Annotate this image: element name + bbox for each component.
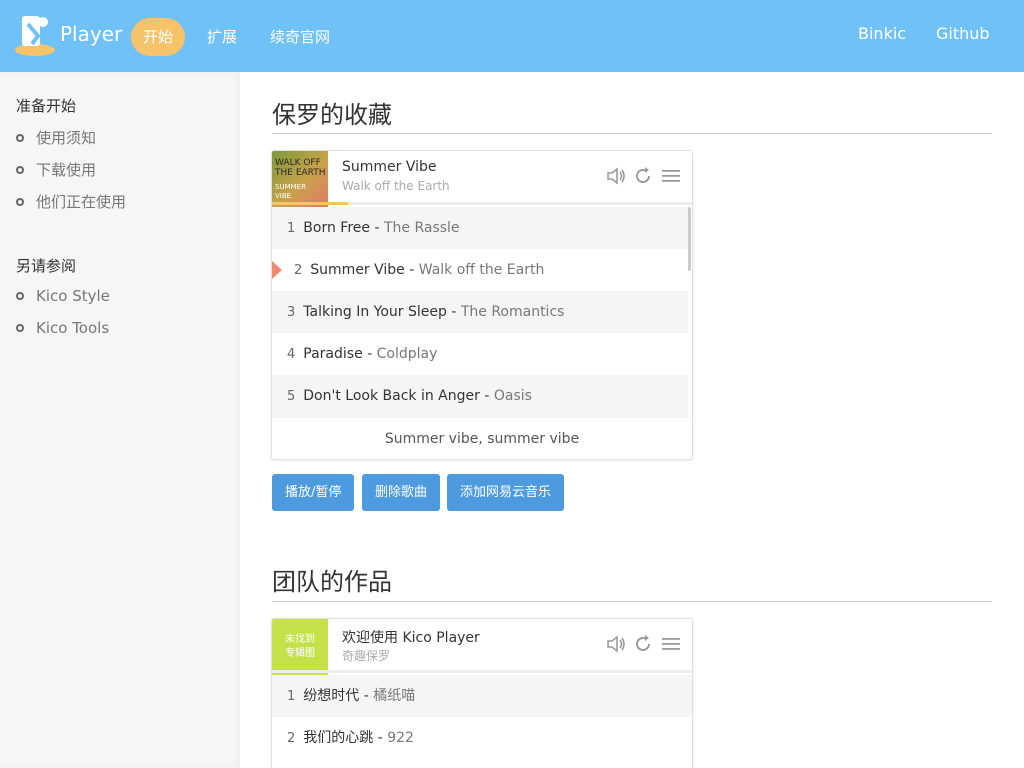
play-pause-button[interactable]: 播放/暂停 — [272, 474, 355, 511]
nav-start[interactable]: 开始 — [131, 18, 186, 56]
playlist-item-current[interactable]: 2 Summer Vibe - Walk off the Earth — [272, 249, 688, 291]
track-artist: Oasis — [493, 388, 532, 404]
playlist-menu-icon[interactable] — [660, 633, 682, 655]
add-netease-music-button[interactable]: 添加网易云音乐 — [447, 474, 565, 511]
playlist-item[interactable]: 1 Born Free - The Rassle — [272, 207, 688, 249]
track-artist: 922 — [387, 730, 414, 746]
track-title: Summer Vibe — [310, 262, 405, 278]
track-artist: The Romantics — [460, 304, 565, 320]
progress-bar[interactable] — [272, 202, 692, 205]
svg-text:VIBE: VIBE — [275, 192, 291, 200]
sidebar-item-label: 使用须知 — [36, 129, 97, 147]
section-title: 保罗的收藏 — [272, 101, 392, 129]
current-track-title: 欢迎使用 Kico Player — [342, 630, 480, 646]
nav-extend[interactable]: 扩展 — [195, 18, 249, 56]
nav-official-site[interactable]: 续奇官网 — [258, 18, 342, 56]
loop-icon[interactable] — [632, 165, 654, 187]
svg-text:WALK OFF: WALK OFF — [275, 158, 321, 168]
track-number: 3 — [287, 305, 296, 320]
track-title: Talking In Your Sleep — [303, 304, 447, 320]
track-number: 5 — [287, 389, 296, 404]
svg-text:SUMMER: SUMMER — [275, 183, 306, 191]
now-playing-marker-icon — [272, 261, 282, 279]
track-number: 1 — [287, 689, 296, 704]
nav-binkic[interactable]: Binkic — [858, 24, 906, 43]
playlist-item[interactable]: 2 我们的心跳 - 922 — [272, 717, 688, 759]
sidebar-item-notice[interactable]: 使用须知 — [16, 127, 96, 148]
bullet-icon — [16, 165, 24, 174]
bullet-icon — [16, 197, 24, 206]
current-track-title: Summer Vibe — [342, 159, 437, 175]
track-number: 2 — [287, 731, 296, 746]
cover-placeholder-text: 专辑图 — [285, 648, 315, 659]
sidebar-item-users[interactable]: 他们正在使用 — [16, 191, 126, 212]
bullet-icon — [16, 133, 24, 142]
top-nav-bar: Player 开始 扩展 续奇官网 Binkic Github — [0, 0, 1024, 72]
playlist-item[interactable]: 1 纷想时代 - 橘纸喵 — [272, 675, 692, 717]
track-title: 纷想时代 — [303, 688, 360, 704]
music-player: WALK OFF THE EARTH SUMMER VIBE Summer Vi… — [271, 150, 693, 460]
music-player: 未找到 专辑图 欢迎使用 Kico Player 奇趣保罗 1 纷想时代 - 橘纸… — [271, 618, 693, 768]
track-title: Don't Look Back in Anger — [303, 388, 480, 404]
bullet-icon — [16, 292, 24, 300]
track-title: Paradise — [303, 346, 363, 362]
sidebar-group-title: 准备开始 — [16, 97, 77, 115]
track-title: 我们的心跳 — [303, 730, 374, 746]
track-number: 1 — [287, 221, 296, 236]
section-divider — [272, 601, 992, 602]
volume-icon[interactable] — [605, 633, 627, 655]
playlist-item[interactable]: 4 Paradise - Coldplay — [272, 333, 688, 375]
playlist-menu-icon[interactable] — [660, 165, 682, 187]
volume-icon[interactable] — [605, 165, 627, 187]
nav-github[interactable]: Github — [936, 24, 990, 43]
kico-logo-icon[interactable] — [14, 14, 56, 56]
player-header: 未找到 专辑图 欢迎使用 Kico Player 奇趣保罗 — [272, 619, 692, 675]
svg-text:THE EARTH: THE EARTH — [274, 168, 326, 178]
current-track-artist: Walk off the Earth — [342, 179, 450, 193]
cover-placeholder-text: 未找到 — [285, 634, 315, 645]
bullet-icon — [16, 324, 24, 332]
track-artist: The Rassle — [383, 220, 460, 236]
lyric-line: Summer vibe, summer vibe — [272, 417, 692, 459]
playlist-item[interactable]: 5 Don't Look Back in Anger - Oasis — [272, 375, 688, 417]
playlist: 1 纷想时代 - 橘纸喵 2 我们的心跳 - 922 — [272, 675, 692, 759]
sidebar-item-kico-tools[interactable]: Kico Tools — [16, 319, 109, 337]
section-divider — [272, 133, 992, 134]
progress-fill — [272, 202, 348, 205]
track-artist: 橘纸喵 — [373, 688, 416, 704]
album-cover-placeholder: 未找到 专辑图 — [272, 619, 328, 675]
album-cover-art: WALK OFF THE EARTH SUMMER VIBE — [274, 158, 326, 200]
track-artist: Coldplay — [376, 346, 438, 362]
sidebar-item-label: Kico Style — [36, 287, 110, 305]
sidebar-item-download[interactable]: 下载使用 — [16, 159, 96, 180]
delete-song-button[interactable]: 删除歌曲 — [362, 474, 441, 511]
brand-name[interactable]: Player — [60, 22, 122, 46]
playlist: 1 Born Free - The Rassle 2 Summer Vibe - W… — [272, 207, 692, 417]
section-title: 团队的作品 — [272, 568, 392, 596]
track-artist: Walk off the Earth — [418, 262, 545, 278]
track-number: 4 — [287, 347, 296, 362]
sidebar-item-label: 下载使用 — [36, 161, 97, 179]
album-cover: WALK OFF THE EARTH SUMMER VIBE — [272, 151, 328, 207]
track-number: 2 — [294, 263, 303, 278]
sidebar-item-label: 他们正在使用 — [36, 193, 127, 211]
sidebar-item-label: Kico Tools — [36, 319, 110, 337]
playlist-item[interactable]: 3 Talking In Your Sleep - The Romantics — [272, 291, 688, 333]
sidebar-group-title: 另请参阅 — [16, 257, 77, 275]
player-header: WALK OFF THE EARTH SUMMER VIBE Summer Vi… — [272, 151, 692, 207]
progress-bar[interactable] — [272, 670, 692, 673]
loop-icon[interactable] — [632, 633, 654, 655]
sidebar-item-kico-style[interactable]: Kico Style — [16, 287, 110, 305]
track-title: Born Free — [303, 220, 370, 236]
current-track-artist: 奇趣保罗 — [342, 649, 391, 663]
